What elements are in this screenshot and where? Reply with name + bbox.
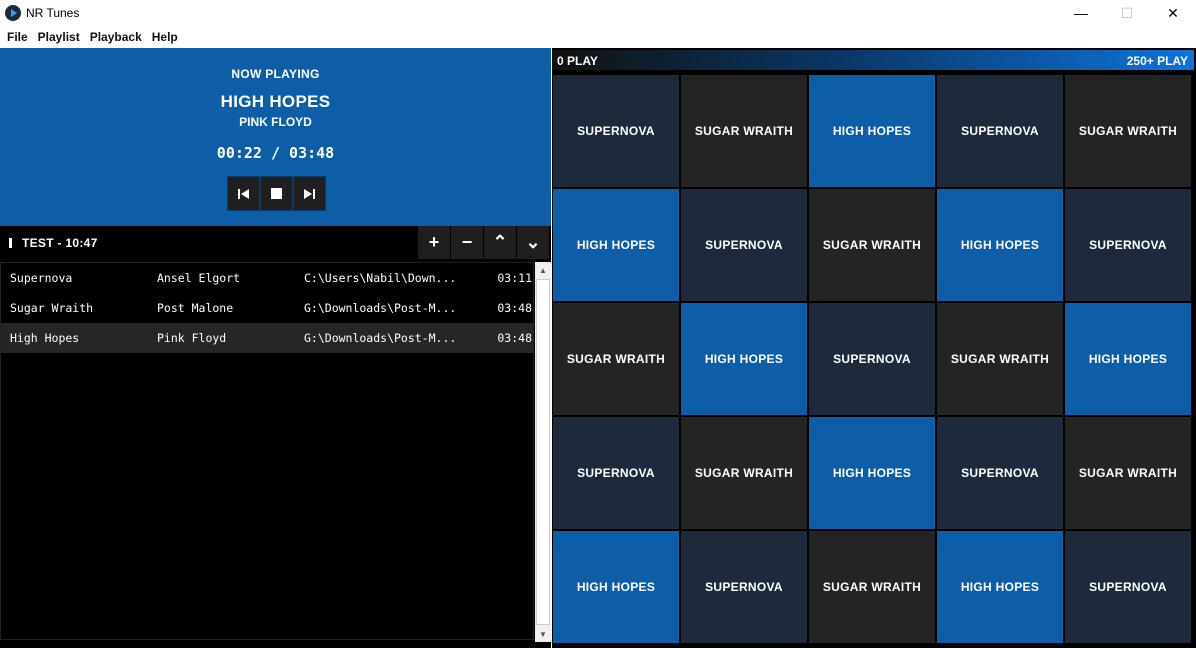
track-tile-grid: SUPERNOVA SUGAR WRAITH HIGH HOPES SUPERNOVA…: [553, 75, 1195, 643]
track-title: Sugar Wraith: [10, 301, 94, 315]
track-tile[interactable]: SUGAR WRAITH: [681, 417, 807, 529]
play-count-legend: 0 PLAY 250+ PLAY: [552, 50, 1194, 70]
playlist-marker: [9, 238, 12, 248]
track-path: G:\Downloads\Post-M...: [304, 331, 457, 345]
track-title: Supernova: [10, 271, 73, 285]
stop-icon: [271, 188, 282, 199]
track-path: G:\Downloads\Post-M...: [304, 301, 457, 315]
scroll-down-icon[interactable]: ▼: [535, 626, 551, 642]
minimize-button[interactable]: —: [1058, 0, 1104, 26]
now-playing-title: HIGH HOPES: [220, 92, 331, 111]
menu-playback[interactable]: Playback: [85, 30, 147, 44]
track-tile[interactable]: HIGH HOPES: [937, 531, 1063, 643]
track-tile[interactable]: SUPERNOVA: [681, 189, 807, 301]
track-tile[interactable]: SUPERNOVA: [809, 303, 935, 415]
skip-previous-icon: [238, 188, 249, 199]
remove-track-button[interactable]: −: [450, 226, 483, 259]
right-panel: 0 PLAY 250+ PLAY SUPERNOVA SUGAR WRAITH HI…: [552, 48, 1196, 648]
track-tile[interactable]: SUGAR WRAITH: [553, 303, 679, 415]
previous-button[interactable]: [227, 176, 260, 211]
track-tile[interactable]: SUGAR WRAITH: [809, 189, 935, 301]
track-row[interactable]: Supernova Ansel Elgort C:\Users\Nabil\Do…: [1, 263, 533, 293]
track-tile[interactable]: SUPERNOVA: [937, 417, 1063, 529]
track-list: Supernova Ansel Elgort C:\Users\Nabil\Do…: [0, 262, 534, 640]
track-row-selected[interactable]: High Hopes Pink Floyd G:\Downloads\Post-…: [1, 323, 533, 353]
playlist-name: TEST - 10:47: [22, 236, 98, 250]
track-duration: 03:11: [497, 271, 532, 285]
playlist-header: TEST - 10:47 + − ⌃ ⌄: [0, 226, 551, 260]
add-track-button[interactable]: +: [417, 226, 450, 259]
window-title: NR Tunes: [26, 6, 80, 20]
stop-button[interactable]: [260, 176, 293, 211]
track-tile[interactable]: HIGH HOPES: [809, 417, 935, 529]
transport-controls: [227, 176, 326, 211]
move-down-button[interactable]: ⌄: [516, 226, 549, 259]
play-count-min: 0 PLAY: [557, 54, 598, 68]
track-tile[interactable]: HIGH HOPES: [553, 189, 679, 301]
playlist-actions: + − ⌃ ⌄: [417, 226, 549, 259]
track-tile[interactable]: HIGH HOPES: [937, 189, 1063, 301]
next-button[interactable]: [293, 176, 326, 211]
track-artist: Pink Floyd: [157, 331, 227, 345]
track-tile[interactable]: SUPERNOVA: [1065, 189, 1191, 301]
track-artist: Post Malone: [157, 301, 234, 315]
scrollbar-thumb[interactable]: [536, 279, 550, 625]
track-tile[interactable]: SUGAR WRAITH: [681, 75, 807, 187]
skip-next-icon: [304, 188, 315, 199]
app-logo-icon: [5, 5, 21, 21]
track-tile[interactable]: HIGH HOPES: [1065, 303, 1191, 415]
scroll-up-icon[interactable]: ▲: [535, 262, 551, 278]
menu-bar: File Playlist Playback Help: [0, 26, 1196, 48]
now-playing-panel: NOW PLAYING HIGH HOPES PINK FLOYD 00:22 …: [0, 48, 551, 226]
close-button[interactable]: ✕: [1150, 0, 1196, 26]
menu-playlist[interactable]: Playlist: [33, 30, 85, 44]
track-artist: Ansel Elgort: [157, 271, 241, 285]
track-tile[interactable]: HIGH HOPES: [681, 303, 807, 415]
left-panel: NOW PLAYING HIGH HOPES PINK FLOYD 00:22 …: [0, 48, 551, 648]
track-path: C:\Users\Nabil\Down...: [304, 271, 457, 285]
track-tile[interactable]: SUPERNOVA: [937, 75, 1063, 187]
move-up-button[interactable]: ⌃: [483, 226, 516, 259]
menu-file[interactable]: File: [2, 30, 33, 44]
playback-time: 00:22 / 03:48: [216, 144, 335, 162]
track-list-scrollbar[interactable]: ▲ ▼: [535, 262, 551, 642]
track-tile[interactable]: HIGH HOPES: [809, 75, 935, 187]
now-playing-label: NOW PLAYING: [231, 67, 320, 81]
track-duration: 03:48: [497, 301, 532, 315]
title-bar: NR Tunes — ☐ ✕: [0, 0, 1196, 26]
track-tile[interactable]: SUPERNOVA: [553, 75, 679, 187]
track-tile[interactable]: HIGH HOPES: [553, 531, 679, 643]
menu-help[interactable]: Help: [147, 30, 183, 44]
track-tile[interactable]: SUGAR WRAITH: [1065, 75, 1191, 187]
track-tile[interactable]: SUPERNOVA: [681, 531, 807, 643]
track-tile[interactable]: SUGAR WRAITH: [809, 531, 935, 643]
track-tile[interactable]: SUPERNOVA: [1065, 531, 1191, 643]
now-playing-artist: PINK FLOYD: [239, 115, 312, 129]
track-tile[interactable]: SUPERNOVA: [553, 417, 679, 529]
maximize-button[interactable]: ☐: [1104, 0, 1150, 26]
track-row[interactable]: Sugar Wraith Post Malone G:\Downloads\Po…: [1, 293, 533, 323]
track-tile[interactable]: SUGAR WRAITH: [937, 303, 1063, 415]
track-title: High Hopes: [10, 331, 80, 345]
track-duration: 03:48: [497, 331, 532, 345]
play-count-max: 250+ PLAY: [1126, 54, 1188, 68]
track-tile[interactable]: SUGAR WRAITH: [1065, 417, 1191, 529]
